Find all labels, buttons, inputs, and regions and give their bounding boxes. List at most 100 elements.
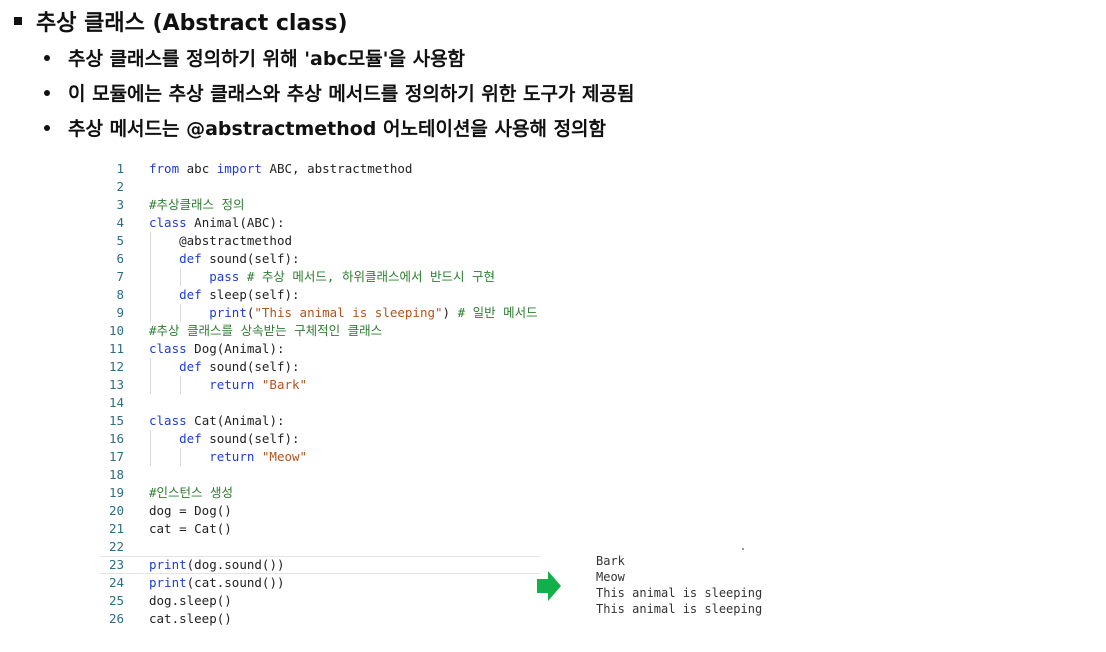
code-token: () [216, 611, 232, 626]
line-number: 24 [108, 575, 124, 590]
code-token: # 추상 메서드, 하위클래스에서 반드시 구현 [246, 269, 496, 284]
code-line: 2 [100, 178, 540, 196]
code-token: class [149, 341, 187, 356]
code-token: def [179, 359, 202, 374]
bullet-list: 추상 클래스를 정의하기 위해 'abc모듈'을 사용함 이 모듈에는 추상 클… [44, 40, 634, 145]
code-line: 5 @abstractmethod [100, 232, 540, 250]
code-token: abstractmethod [307, 161, 413, 176]
code-token: sound [224, 575, 262, 590]
code-token: Dog [194, 341, 217, 356]
line-number: 12 [108, 359, 124, 374]
title-text: 추상 클래스 (Abstract class) [36, 11, 348, 36]
code-text: from abc import ABC, abstractmethod [149, 160, 412, 178]
code-token: Cat [194, 413, 217, 428]
code-line: 15 class Cat(Animal): [100, 412, 540, 430]
bullet-text: 추상 메서드는 @abstractmethod 어노테이션을 사용해 정의함 [68, 118, 607, 140]
code-token: cat [149, 521, 172, 536]
code-token: Animal [224, 341, 270, 356]
code-token: class [149, 413, 187, 428]
code-token: "This animal is sleeping" [254, 305, 443, 320]
code-token: , [292, 161, 308, 176]
code-token: self [254, 287, 285, 302]
code-line: 23 print(dog.sound()) [100, 556, 540, 574]
line-number: 15 [108, 413, 124, 428]
code-token: Animal [224, 413, 270, 428]
code-line: 19 #인스턴스 생성 [100, 484, 540, 502]
code-text: class Animal(ABC): [149, 214, 285, 232]
code-token: ( [239, 215, 247, 230]
decorative-dot [742, 548, 744, 550]
code-token: #추상 클래스를 상속받는 구체적인 클래스 [149, 323, 383, 338]
code-line: 25 dog.sleep() [100, 592, 540, 610]
code-token: dog [149, 593, 172, 608]
bullet-item: 추상 클래스를 정의하기 위해 'abc모듈'을 사용함 [44, 40, 634, 75]
code-token: def [179, 431, 202, 446]
code-line: 8 def sleep(self): [100, 286, 540, 304]
code-text: dog = Dog() [149, 502, 232, 520]
code-token: def [179, 251, 202, 266]
code-text: def sound(self): [149, 358, 299, 376]
code-text: #추상 클래스를 상속받는 구체적인 클래스 [149, 322, 382, 340]
code-token: pass [209, 269, 240, 284]
code-line: 18 [100, 466, 540, 484]
code-line: 21 cat = Cat() [100, 520, 540, 538]
code-line: 13 return "Bark" [100, 376, 540, 394]
code-token: cat [194, 575, 217, 590]
line-number: 25 [108, 593, 124, 608]
code-token: ): [269, 215, 285, 230]
line-number: 22 [108, 539, 124, 554]
bullet-item: 이 모듈에는 추상 클래스와 추상 메서드를 정의하기 위한 도구가 제공됨 [44, 75, 634, 110]
code-token: = [171, 503, 195, 518]
code-token: . [171, 611, 180, 626]
dot-bullet-icon [44, 89, 50, 96]
line-number: 10 [108, 323, 124, 338]
code-token: "Bark" [261, 377, 308, 392]
code-text: return "Meow" [149, 448, 307, 466]
code-text: print("This animal is sleeping") # 일반 메서… [149, 304, 538, 322]
code-line: 14 [100, 394, 540, 412]
code-token: . [171, 593, 180, 608]
slide-title: 추상 클래스 (Abstract class) [14, 4, 348, 38]
code-token: self [254, 251, 285, 266]
code-token: print [149, 575, 187, 590]
code-token: abc [186, 161, 210, 176]
line-number: 4 [116, 215, 124, 230]
line-number: 14 [108, 395, 124, 410]
code-text: print(dog.sound()) [149, 557, 285, 573]
line-number: 8 [116, 287, 124, 302]
code-token: self [254, 359, 285, 374]
code-token: ): [284, 431, 300, 446]
code-token: return [209, 377, 255, 392]
code-line: 26 cat.sleep() [100, 610, 540, 628]
code-line: 11 class Dog(Animal): [100, 340, 540, 358]
code-text: #인스턴스 생성 [149, 484, 233, 502]
code-line: 24 print(cat.sound()) [100, 574, 540, 592]
code-token: def [179, 287, 202, 302]
line-number: 3 [116, 197, 124, 212]
code-token: self [254, 431, 285, 446]
code-token: # 일반 메서드 [457, 305, 538, 320]
code-token: ): [284, 251, 300, 266]
output-line: Meow [596, 570, 625, 584]
code-token: sleep [179, 593, 217, 608]
code-token: print [209, 305, 247, 320]
code-line: 3 #추상클래스 정의 [100, 196, 540, 214]
code-token: ) [442, 305, 458, 320]
code-token: cat [149, 611, 172, 626]
code-line: 22 [100, 538, 540, 556]
code-token: ): [269, 341, 285, 356]
code-editor: 1 from abc import ABC, abstractmethod 2 3 #추… [100, 160, 540, 628]
code-token: sound [209, 359, 247, 374]
code-token: ()) [261, 557, 285, 572]
code-line: 20 dog = Dog() [100, 502, 540, 520]
line-number: 18 [108, 467, 124, 482]
dot-bullet-icon [44, 124, 50, 131]
line-number: 19 [108, 485, 124, 500]
code-text: class Cat(Animal): [149, 412, 285, 430]
code-token: () [216, 521, 232, 536]
code-line: 12 def sound(self): [100, 358, 540, 376]
